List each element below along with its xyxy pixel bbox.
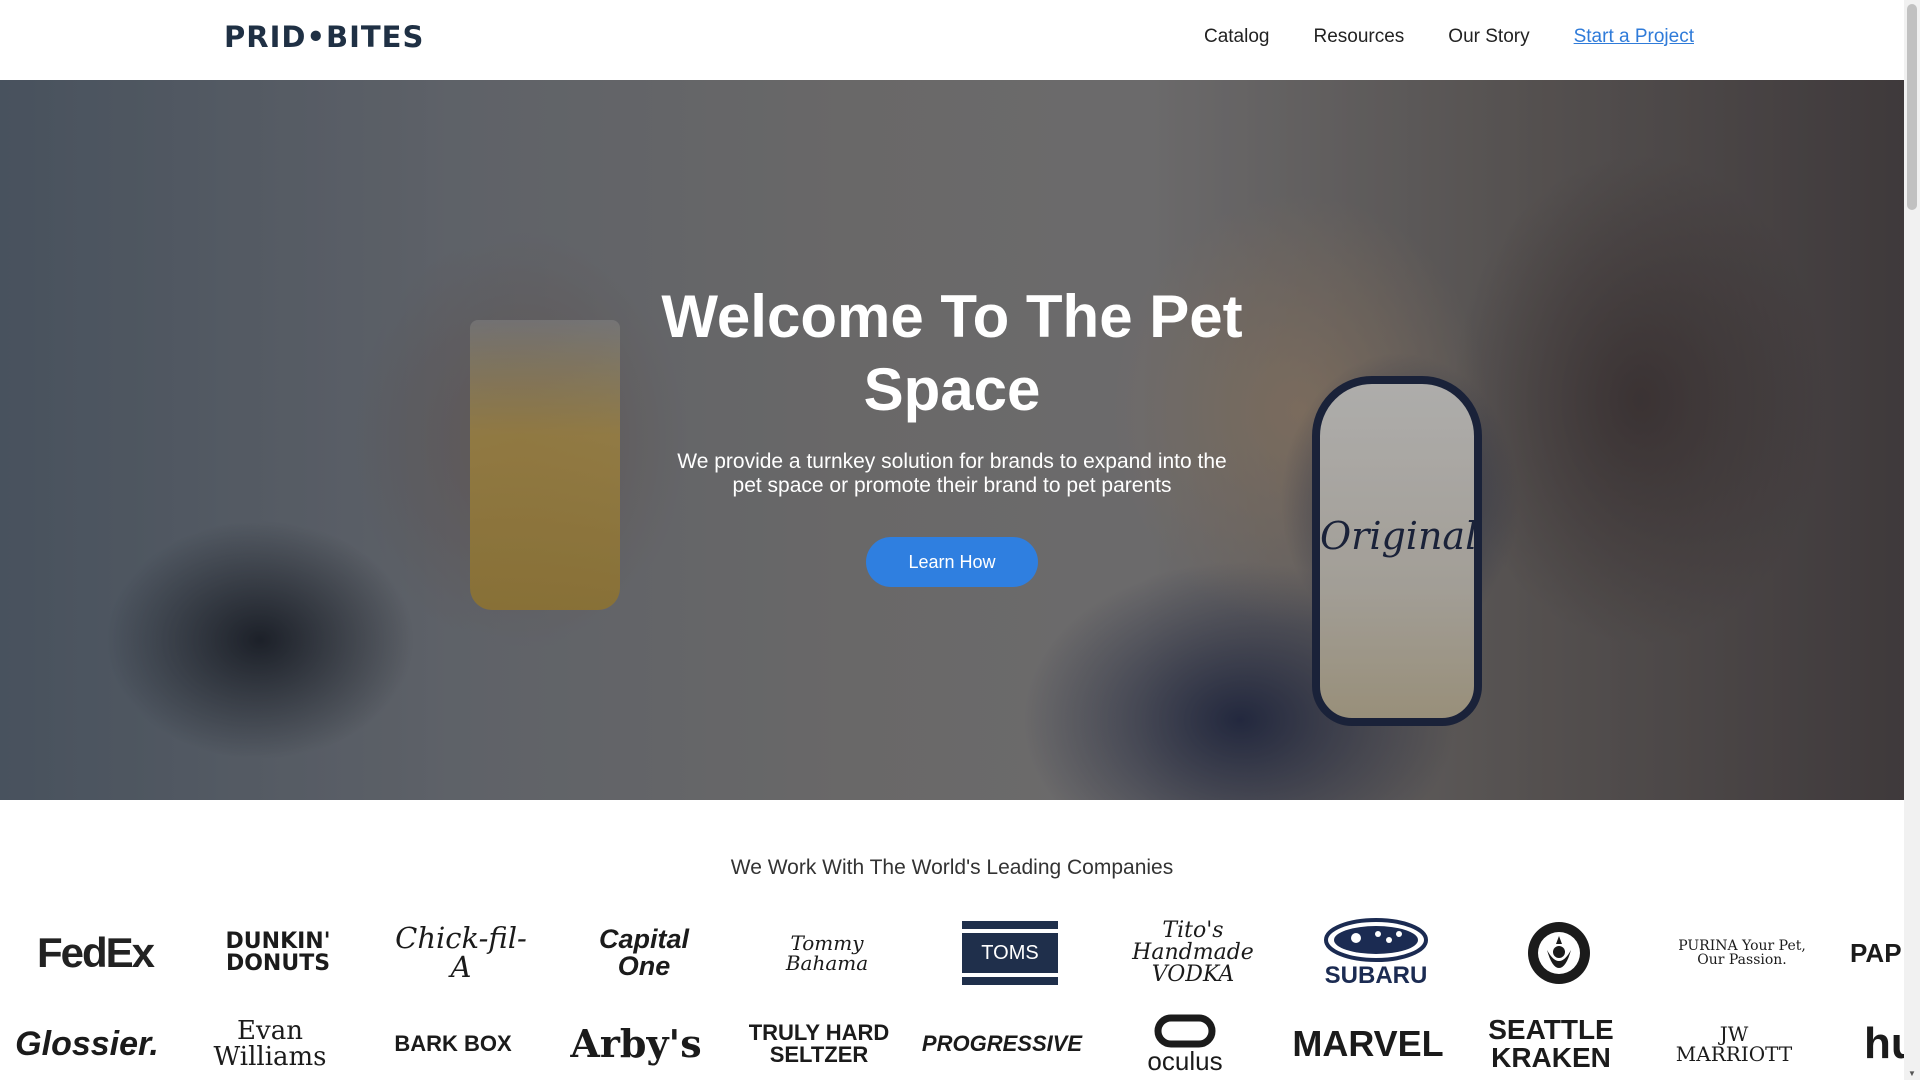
oculus-ring-icon — [1154, 1014, 1216, 1048]
brand-logo-glossier: Glossier. — [15, 1025, 159, 1063]
learn-how-button[interactable]: Learn How — [866, 537, 1038, 587]
brand-logo-subaru: SUBARU — [1301, 913, 1451, 993]
nav-resources[interactable]: Resources — [1313, 26, 1404, 48]
main-nav: Catalog Resources Our Story Start a Proj… — [1204, 26, 1694, 48]
brand-logo-row-2: Glossier. Evan Williams BARK BOX Arby's … — [0, 1004, 1904, 1080]
hero-section: Original Welcome To The Pet Space We pro… — [0, 80, 1904, 800]
brands-heading: We Work With The World's Leading Compani… — [730, 856, 1174, 879]
brand-logo-row-1: FedEx DUNKIN' DONUTS Chick-fil-A Capital… — [0, 913, 1904, 993]
brand-logo-titos: Tito's Handmade VODKA — [1132, 918, 1254, 987]
brand-logo-jw-marriott: JW MARRIOTT — [1675, 1022, 1793, 1066]
brand-logo-tommy-bahama: Tommy Bahama — [785, 931, 869, 975]
brand-logo-starbucks — [1484, 913, 1634, 993]
site-header: PRID•BITES Catalog Resources Our Story S… — [0, 0, 1904, 80]
hero-title: Welcome To The Pet Space — [661, 283, 1243, 423]
brand-logo-purina: PURINA Your Pet, Our Passion. — [1678, 938, 1806, 968]
scroll-down-arrow-icon[interactable]: ▼ — [1908, 1069, 1916, 1078]
nav-start-project[interactable]: Start a Project — [1574, 26, 1694, 48]
brand-logo-evan-williams: Evan Williams — [213, 1016, 327, 1072]
brand-logo-barkbox: BARK BOX — [394, 1031, 512, 1056]
brand-logo-truly: TRULY HARD SELTZER — [748, 1020, 890, 1067]
brand-logo-progressive: PROGRESSIVE — [921, 1031, 1083, 1056]
hero-overlay — [0, 80, 1904, 800]
brand-logo-oculus: oculus — [1110, 1004, 1260, 1080]
brand-logo-pap-partial: PAP — [1850, 938, 1902, 968]
nav-our-story[interactable]: Our Story — [1448, 26, 1529, 48]
starbucks-siren-icon — [1528, 922, 1590, 984]
brand-logo-fedex: FedEx — [36, 929, 155, 976]
brand-logo-arbys: Arby's — [570, 1021, 702, 1066]
hero-subtitle: We provide a turnkey solution for brands… — [677, 450, 1227, 497]
scrollbar-thumb[interactable] — [1907, 4, 1917, 210]
brand-logo-marvel: MARVEL — [1292, 1023, 1444, 1064]
brand-logo-capital-one: Capital One — [598, 924, 690, 981]
nav-catalog[interactable]: Catalog — [1204, 26, 1270, 48]
page-scrollbar[interactable]: ▼ — [1904, 0, 1920, 1080]
brand-logo-toms: TOMS — [935, 913, 1085, 993]
brand-logo-hu-partial: hu — [1864, 1019, 1904, 1068]
brand-logo-chick-fil-a: Chick-fil-A — [395, 921, 527, 984]
brand-logo-seattle-kraken: SEATTLE KRAKEN — [1488, 1014, 1614, 1073]
brand-logo-dunkin-donuts: DUNKIN' DONUTS — [225, 929, 331, 976]
site-logo[interactable]: PRID•BITES — [224, 20, 424, 54]
subaru-stars-icon — [1324, 918, 1428, 962]
